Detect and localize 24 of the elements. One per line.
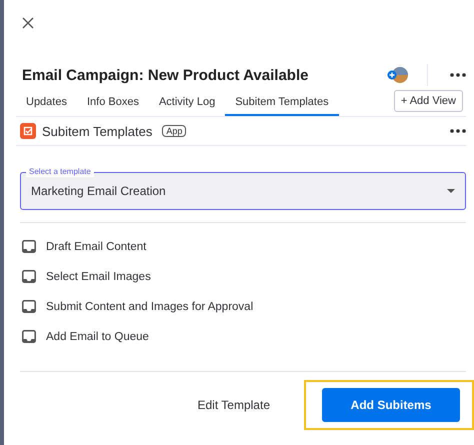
add-subitems-button[interactable]: Add Subitems: [322, 388, 460, 422]
more-icon[interactable]: [450, 129, 466, 133]
app-icon: [20, 123, 36, 139]
avatar-icon[interactable]: [387, 66, 409, 84]
inbox-icon: [22, 300, 36, 313]
inbox-icon: [22, 270, 36, 283]
edit-template-link[interactable]: Edit Template: [192, 397, 276, 413]
app-tag: App: [162, 125, 186, 137]
inbox-icon: [22, 330, 36, 343]
subitem-label: Draft Email Content: [46, 240, 146, 252]
subitem-label: Select Email Images: [46, 270, 151, 282]
more-icon[interactable]: [450, 73, 466, 77]
close-icon[interactable]: [22, 17, 34, 29]
add-view-button[interactable]: + Add View: [394, 90, 463, 112]
tab[interactable]: Activity Log: [148, 90, 226, 116]
dropdown-caret-icon: [447, 189, 455, 193]
item-title: Email Campaign: New Product Available: [22, 66, 310, 84]
inbox-icon: [22, 240, 36, 253]
subitem-label: Add Email to Queue: [46, 330, 149, 342]
app-name: Subitem Templates: [42, 124, 152, 138]
subitem-label: Submit Content and Images for Approval: [46, 300, 254, 312]
tab[interactable]: Info Boxes: [76, 90, 149, 116]
tab[interactable]: Updates: [16, 90, 77, 116]
tab[interactable]: Subitem Templates: [225, 90, 339, 116]
